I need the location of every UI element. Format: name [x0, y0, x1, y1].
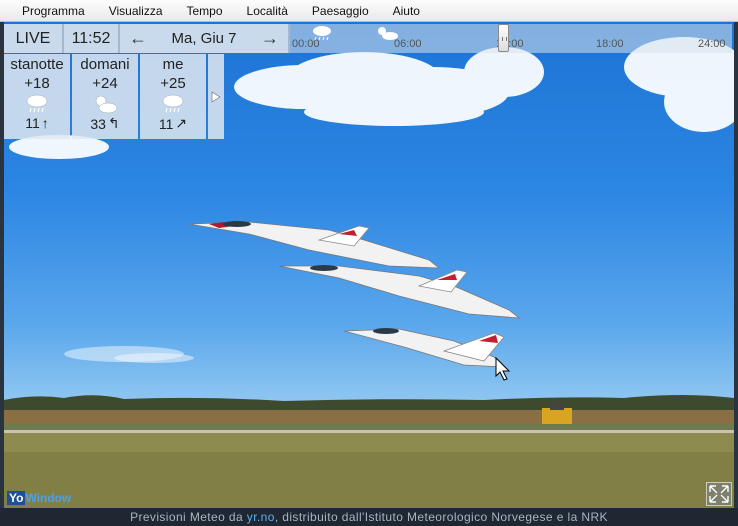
yr-link[interactable]: yr.no: [247, 510, 275, 524]
forecast-wind: 11 ↗: [159, 115, 187, 132]
menu-localita[interactable]: Località: [235, 0, 300, 22]
live-button[interactable]: LIVE: [4, 24, 64, 53]
footer-credits: Previsioni Meteo da yr.no, distribuito d…: [0, 508, 738, 526]
forecast-panel: stanotte +18 11 ↑ domani +24 33 ↰ me +25: [4, 54, 224, 139]
forecast-temp: +18: [24, 75, 50, 92]
clock-display: 11:52: [64, 24, 120, 53]
menu-visualizza[interactable]: Visualizza: [97, 0, 175, 22]
forecast-day-label: domani: [80, 56, 130, 73]
sun-cloud-icon: [95, 95, 118, 114]
timeline-handle[interactable]: [498, 24, 509, 52]
expand-icon: [709, 485, 729, 503]
wind-speed: 33: [90, 115, 106, 132]
logo-part1: Yo: [7, 491, 26, 505]
live-label: LIVE: [15, 29, 51, 47]
forecast-day-label: me: [162, 56, 184, 73]
forecast-wind: 33 ↰: [90, 115, 119, 132]
fullscreen-button[interactable]: [706, 482, 732, 506]
forecast-day[interactable]: me +25 11 ↗: [140, 54, 206, 139]
menu-aiuto[interactable]: Aiuto: [381, 0, 432, 22]
rain-cloud-icon: [313, 26, 331, 41]
jet-formation: [188, 221, 521, 368]
forecast-more-button[interactable]: [208, 54, 224, 139]
menu-bar: Programma Visualizza Tempo Località Paes…: [0, 0, 738, 22]
yowindow-logo[interactable]: Yo Window: [7, 491, 71, 505]
rain-cloud-icon: [162, 94, 184, 113]
rain-cloud-icon: [26, 94, 48, 113]
forecast-temp: +24: [92, 75, 118, 92]
timeline-slider[interactable]: 00:00 06:00 12:00 18:00 24:00: [290, 24, 732, 53]
footer-suffix: , distribuito dall'Istituto Meteorologic…: [274, 510, 608, 524]
current-time: 11:52: [71, 29, 111, 47]
forecast-day[interactable]: stanotte +18 11 ↑: [4, 54, 70, 139]
tick-label: 24:00: [698, 38, 726, 50]
top-control-bar: LIVE 11:52 ← Ma, Giu 7 → 00:00 06:00 12:…: [4, 24, 732, 53]
forecast-wind: 11 ↑: [25, 115, 49, 131]
sun-cloud-icon: [378, 27, 398, 40]
arrow-right-icon[interactable]: →: [258, 28, 282, 49]
forecast-temp: +25: [160, 75, 186, 92]
wind-direction-icon: ↗: [175, 115, 188, 131]
wind-speed: 11: [158, 115, 174, 132]
current-date: Ma, Giu 7: [171, 30, 237, 47]
menu-tempo[interactable]: Tempo: [175, 0, 235, 22]
forecast-day[interactable]: domani +24 33 ↰: [72, 54, 138, 139]
wind-direction-icon: ↰: [107, 115, 120, 131]
footer-prefix: Previsioni Meteo da: [130, 510, 247, 524]
logo-part2: Window: [25, 491, 72, 505]
menu-programma[interactable]: Programma: [10, 0, 97, 22]
tick-label: 18:00: [596, 38, 624, 50]
date-navigator: ← Ma, Giu 7 →: [120, 24, 290, 53]
menu-paesaggio[interactable]: Paesaggio: [300, 0, 381, 22]
wind-direction-icon: ↑: [41, 115, 49, 131]
play-right-icon: [211, 90, 221, 103]
wind-speed: 11: [25, 115, 40, 131]
arrow-left-icon[interactable]: ←: [126, 28, 150, 49]
mouse-cursor-icon: [495, 356, 511, 381]
forecast-day-label: stanotte: [10, 56, 64, 73]
